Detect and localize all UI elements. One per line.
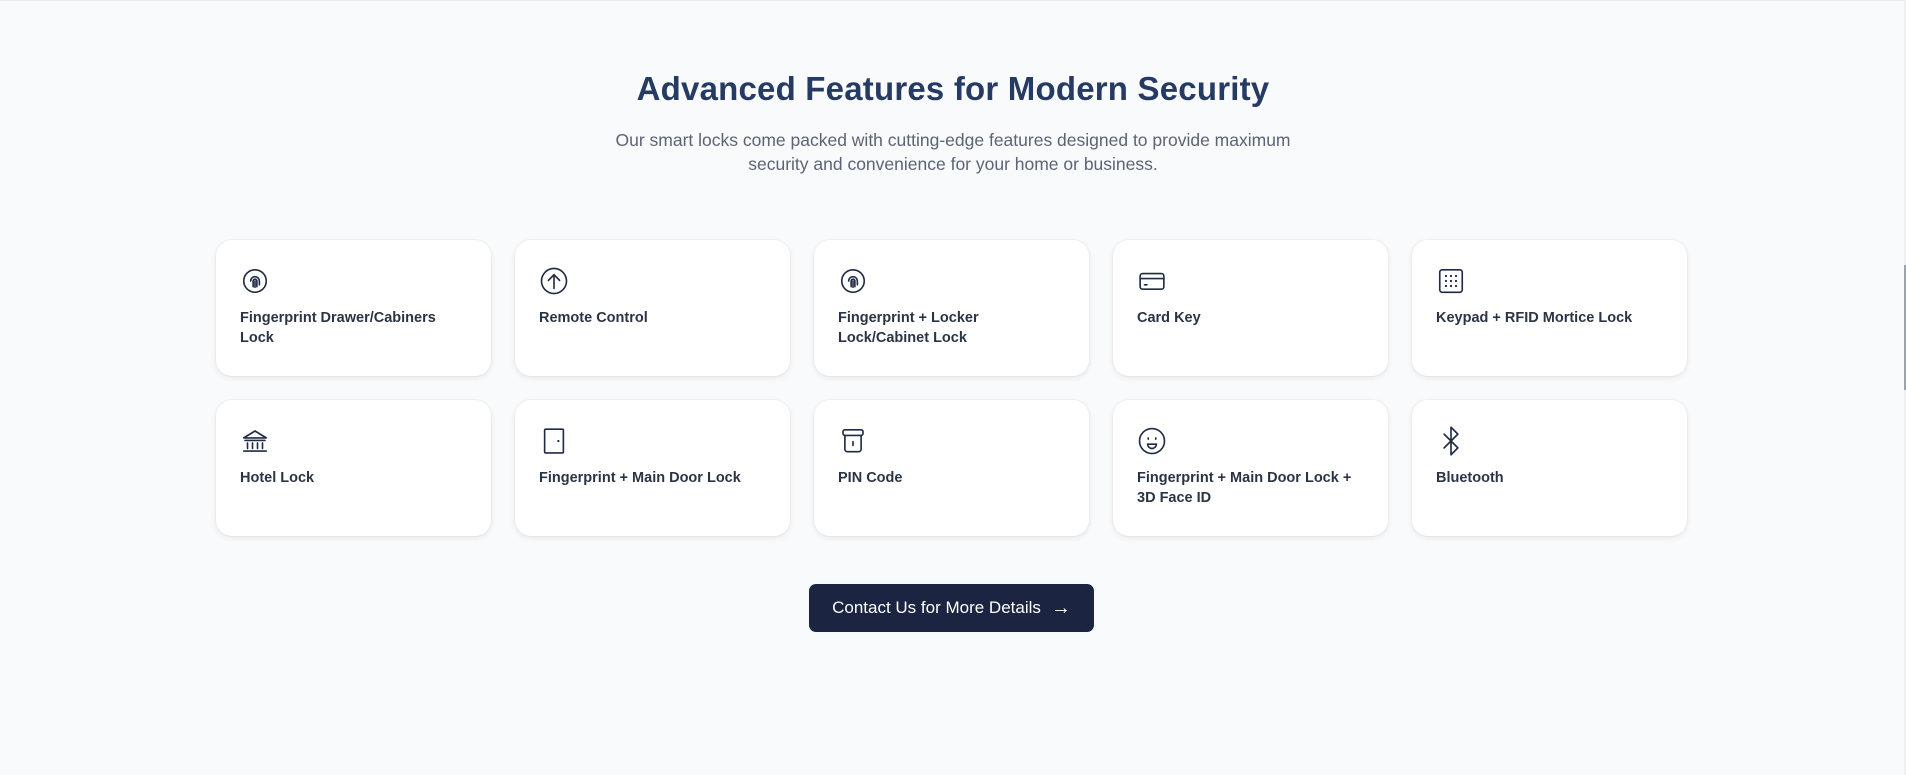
feature-label: Card Key [1137,310,1201,326]
feature-card-main-door-lock: Fingerprint + Main Door Lock [515,400,790,536]
feature-label: Hotel Lock [240,470,315,486]
feature-card-face-id: Fingerprint + Main Door Lock + 3D Face I… [1113,400,1388,536]
feature-card-fingerprint-locker-lock: Fingerprint + Locker Lock/Cabinet Lock [814,240,1089,376]
feature-card-fingerprint-drawer-lock: Fingerprint Drawer/Cabiners Lock [216,240,491,376]
feature-label: Fingerprint + Locker Lock/Cabinet Lock [838,310,979,346]
feature-label: Bluetooth [1436,470,1504,486]
feature-card-remote-control: Remote Control [515,240,790,376]
bluetooth-icon [1436,426,1466,456]
contact-us-button-label: Contact Us for More Details [832,598,1041,617]
feature-card-card-key: Card Key [1113,240,1388,376]
feature-card-keypad-rfid: Keypad + RFID Mortice Lock [1412,240,1687,376]
remote-control-icon [539,266,569,296]
feature-label: Fingerprint + Main Door Lock + 3D Face I… [1137,470,1352,506]
pin-code-icon [838,426,868,456]
feature-label: Fingerprint Drawer/Cabiners Lock [240,310,436,346]
card-key-icon [1137,266,1167,296]
fingerprint-icon [838,266,868,296]
feature-card-hotel-lock: Hotel Lock [216,400,491,536]
fingerprint-icon [240,266,270,296]
hotel-icon [240,426,270,456]
section-title: Advanced Features for Modern Security [636,70,1270,107]
arrow-right-icon: → [1050,597,1071,619]
door-icon [539,426,569,456]
feature-card-pin-code: PIN Code [814,400,1089,536]
contact-us-button[interactable]: Contact Us for More Details → [809,584,1094,632]
face-id-icon [1137,426,1167,456]
keypad-icon [1436,266,1466,296]
features-grid: Fingerprint Drawer/Cabiners Lock Remote … [216,240,1688,536]
feature-label: PIN Code [838,470,903,486]
feature-label: Keypad + RFID Mortice Lock [1436,310,1633,326]
feature-label: Fingerprint + Main Door Lock [539,470,741,486]
section-subtitle: Our smart locks come packed with cutting… [615,130,1291,174]
feature-card-bluetooth: Bluetooth [1412,400,1687,536]
feature-label: Remote Control [539,310,648,326]
top-divider [0,0,1906,1]
